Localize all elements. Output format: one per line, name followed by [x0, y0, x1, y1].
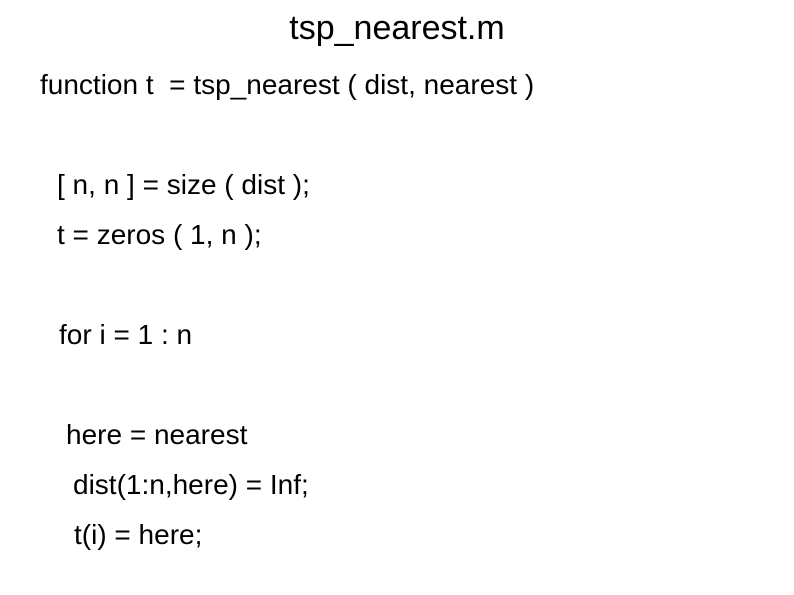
code-line-zeros: t = zeros ( 1, n );: [57, 219, 262, 250]
code-line-here-assign: here = nearest: [66, 419, 248, 450]
code-line-t-assign: t(i) = here;: [74, 519, 203, 550]
code-line-size: [ n, n ] = size ( dist );: [57, 169, 310, 200]
code-block: function t = tsp_nearest ( dist, nearest…: [0, 0, 794, 595]
slide: tsp_nearest.m function t = tsp_nearest (…: [0, 0, 794, 595]
code-line-function-signature: function t = tsp_nearest ( dist, nearest…: [40, 69, 535, 100]
code-line-for-loop: for i = 1 : n: [59, 319, 193, 350]
code-line-dist-inf: dist(1:n,here) = Inf;: [73, 469, 309, 500]
